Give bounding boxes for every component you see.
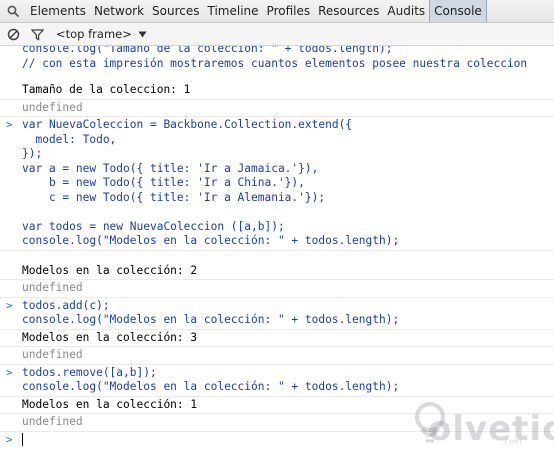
- search-icon[interactable]: [0, 0, 26, 22]
- console-input-entry: > var NuevaColeccion = Backbone.Collecti…: [0, 117, 554, 251]
- clear-console-icon[interactable]: [2, 23, 24, 45]
- undefined-result: undefined: [22, 100, 83, 114]
- console-code-line: model: Todo,: [22, 132, 117, 146]
- console-result: undefined: [0, 100, 554, 117]
- console-code-line: console.log("Modelos en la colección: " …: [22, 313, 400, 326]
- tab-audits[interactable]: Audits: [383, 0, 429, 22]
- console-log-output: Tamaño de la coleccion: 1: [22, 83, 191, 96]
- console-entry: console.log("Tamaño de la coleccion: " +…: [0, 46, 554, 100]
- prompt-chevron-icon: >: [6, 298, 13, 312]
- frame-selector-label: <top frame>: [56, 27, 132, 41]
- prompt-chevron-icon: >: [6, 118, 13, 131]
- console-toolbar: <top frame>: [0, 23, 554, 46]
- console-code-line: todos.add(c);: [22, 298, 110, 312]
- console-code-line: var NuevaColeccion = Backbone.Collection…: [22, 118, 353, 131]
- console-code-line: todos.remove([a,b]);: [22, 365, 157, 379]
- console-log-entry: Modelos en la colección: 3: [0, 330, 554, 347]
- tab-console[interactable]: Console: [429, 0, 487, 22]
- console-code-line: var a = new Todo({ title: 'Ir a Jamaica.…: [22, 161, 319, 175]
- prompt-chevron-icon: >: [6, 365, 13, 379]
- console-code-line: // con esta impresión mostraremos cuanto…: [22, 56, 528, 70]
- console-code-line: c = new Todo({ title: 'Ir a Alemania.'})…: [22, 190, 326, 204]
- undefined-result: undefined: [22, 281, 83, 294]
- console-code-line: console.log("Modelos en la colección: " …: [22, 380, 400, 393]
- tab-elements[interactable]: Elements: [26, 0, 90, 22]
- filter-icon[interactable]: [26, 23, 48, 45]
- undefined-result: undefined: [22, 348, 83, 361]
- tab-resources[interactable]: Resources: [314, 0, 383, 22]
- console-code-line: [22, 205, 554, 220]
- devtools-tabbar: Elements Network Sources Timeline Profil…: [0, 0, 554, 23]
- frame-selector[interactable]: <top frame>: [56, 27, 147, 41]
- dropdown-arrow-icon: [138, 27, 147, 41]
- console-code-line: console.log("Tamaño de la coleccion: " +…: [22, 46, 393, 55]
- watermark-domain: .com: [502, 437, 522, 446]
- watermark-brand: olvetic: [428, 409, 554, 449]
- console-code-line: b = new Todo({ title: 'Ir a China.'}),: [22, 176, 305, 189]
- console-log-output: Modelos en la colección: 2: [22, 263, 198, 277]
- tab-network[interactable]: Network: [90, 0, 148, 22]
- console-result: undefined: [0, 347, 554, 365]
- console-log-entry: Modelos en la colección: 2: [0, 251, 554, 280]
- console-code-line: var todos = new NuevaColeccion ([a,b]);: [22, 219, 285, 233]
- prompt-chevron-icon: >: [6, 432, 13, 446]
- console-result: undefined: [0, 280, 554, 298]
- console-code-line: console.log("Modelos en la colección: " …: [22, 234, 400, 247]
- console-input-entry: > todos.remove([a,b]); console.log("Mode…: [0, 365, 554, 397]
- tab-profiles[interactable]: Profiles: [263, 0, 315, 22]
- console-log-output: Modelos en la colección: 3: [22, 330, 198, 344]
- console-code-line: });: [22, 147, 43, 160]
- tab-timeline[interactable]: Timeline: [204, 0, 263, 22]
- console-input-entry: > todos.add(c); console.log("Modelos en …: [0, 298, 554, 330]
- text-cursor: [22, 433, 23, 446]
- tab-sources[interactable]: Sources: [148, 0, 203, 22]
- solvetic-watermark-logo: olvetic .com: [410, 395, 554, 455]
